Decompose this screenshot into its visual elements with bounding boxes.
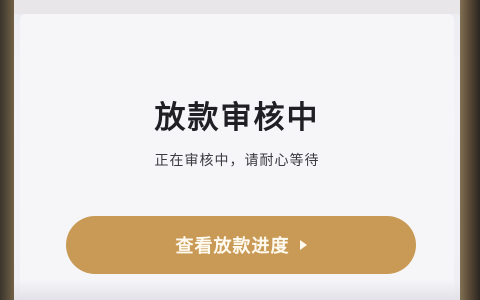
page-title: 放款审核中 [154,100,320,136]
view-progress-button-label: 查看放款进度 [175,236,290,257]
bottom-fade [14,280,460,300]
status-message: 正在审核中，请耐心等待 [154,153,320,169]
play-triangle-icon [299,240,307,250]
view-progress-button[interactable]: 查看放款进度 [66,216,416,274]
status-strip [14,0,460,14]
phone-screen: 放款审核中 正在审核中，请耐心等待 查看放款进度 [14,0,460,300]
